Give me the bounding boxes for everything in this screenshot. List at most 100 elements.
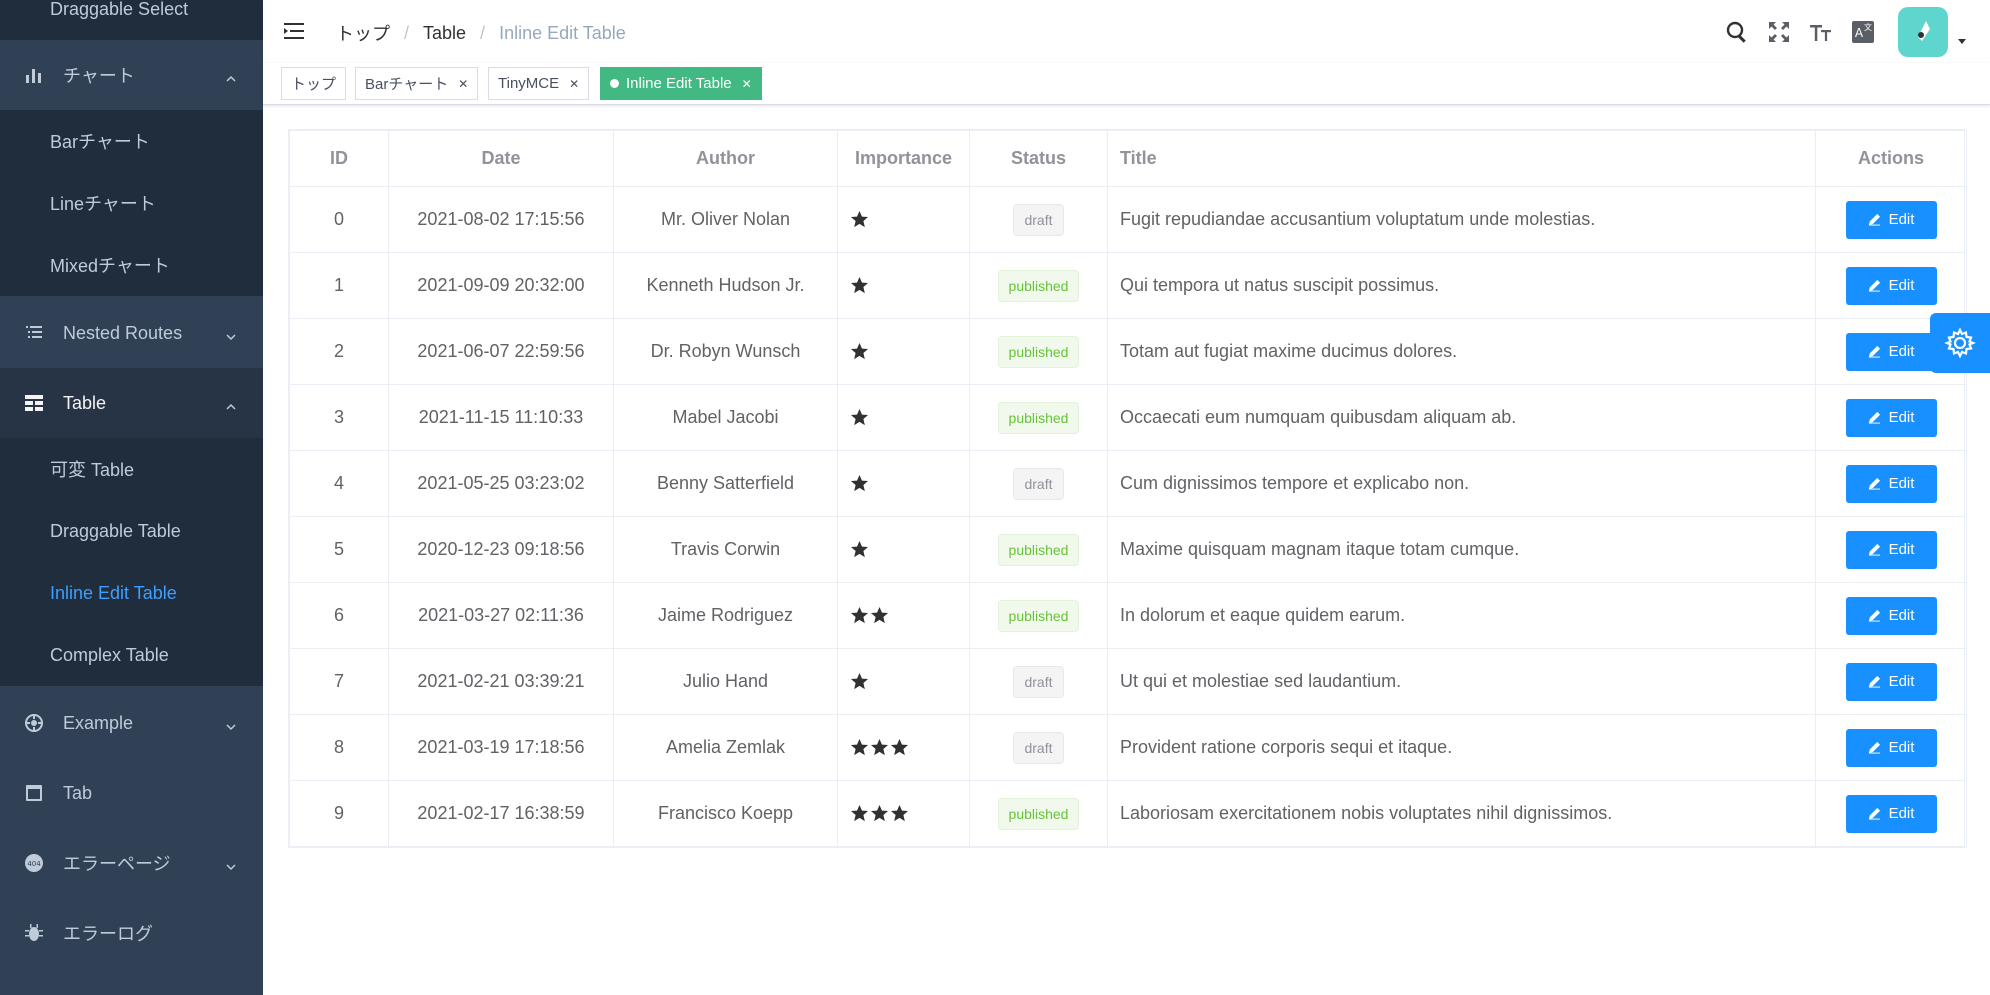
sidebar-item-table[interactable]: Table <box>0 368 263 438</box>
edit-icon <box>1868 411 1889 424</box>
star-icon <box>850 474 869 493</box>
edit-icon <box>1868 477 1889 490</box>
sidebar-item-label: Tab <box>63 782 93 803</box>
sidebar-item-error-log[interactable]: エラーログ <box>0 898 263 968</box>
edit-button[interactable]: Edit <box>1845 266 1937 305</box>
cell-actions: Edit <box>1815 648 1967 715</box>
sidebar-item-error-page[interactable]: 404 エラーページ <box>0 828 263 898</box>
avatar[interactable] <box>1898 6 1948 57</box>
close-icon[interactable]: ✕ <box>742 77 752 91</box>
chevron-down-icon <box>225 857 237 871</box>
sidebar-item-draggable-select[interactable]: Draggable Select <box>0 0 263 40</box>
edit-button[interactable]: Edit <box>1845 464 1937 503</box>
edit-icon <box>1868 741 1889 754</box>
sidebar-item-complex-table[interactable]: Complex Table <box>0 624 263 686</box>
breadcrumb-item: Inline Edit Table <box>499 22 626 43</box>
column-header-importance: Importance <box>837 130 970 187</box>
importance-stars <box>838 210 969 229</box>
edit-icon <box>1868 675 1889 688</box>
cell-actions: Edit <box>1815 252 1967 319</box>
sidebar-item-line-chart[interactable]: Lineチャート <box>0 172 263 234</box>
table-row: 0 2021-08-02 17:15:56 Mr. Oliver Nolan draf… <box>289 186 1967 253</box>
edit-button[interactable]: Edit <box>1845 200 1937 239</box>
cell-status: draft <box>969 186 1108 253</box>
edit-button[interactable]: Edit <box>1845 728 1937 767</box>
sidebar-item-label: Draggable Select <box>50 0 189 19</box>
column-header-id: ID <box>289 130 389 187</box>
hamburger-icon[interactable] <box>283 20 305 42</box>
settings-button[interactable] <box>1930 313 1990 373</box>
cell-actions: Edit <box>1815 582 1967 649</box>
breadcrumb-item[interactable]: Table <box>423 23 466 44</box>
cell-actions: Edit <box>1815 780 1967 847</box>
sidebar-item-bar-chart[interactable]: Barチャート <box>0 110 263 172</box>
status-badge: published <box>997 533 1080 566</box>
sidebar-item-nested-routes[interactable]: Nested Routes <box>0 298 263 368</box>
sidebar-item-example[interactable]: Example <box>0 688 263 758</box>
sidebar-item-more[interactable] <box>0 968 263 995</box>
sidebar-item-label: Example <box>63 712 134 733</box>
status-badge: draft <box>1013 731 1064 764</box>
close-icon[interactable]: ✕ <box>569 77 579 91</box>
star-icon <box>870 804 889 823</box>
cell-id: 9 <box>289 780 389 847</box>
edit-button[interactable]: Edit <box>1845 332 1937 371</box>
fullscreen-icon[interactable] <box>1766 19 1792 45</box>
cell-actions: Edit <box>1815 450 1967 517</box>
breadcrumb-separator: / <box>480 22 486 43</box>
chevron-down-icon <box>225 327 237 341</box>
close-icon[interactable]: ✕ <box>458 77 468 91</box>
edit-button[interactable]: Edit <box>1845 530 1937 569</box>
tag-label: TinyMCE <box>498 75 560 92</box>
edit-label: Edit <box>1888 739 1915 756</box>
column-header-author: Author <box>613 130 838 187</box>
importance-stars <box>838 474 969 493</box>
tag-top[interactable]: トップ <box>281 67 347 100</box>
sidebar-item-chart[interactable]: チャート <box>0 40 263 110</box>
edit-button[interactable]: Edit <box>1845 794 1937 833</box>
sidebar-item-tab[interactable]: Tab <box>0 758 263 828</box>
navbar: トップ / Table / Inline Edit Table A文 <box>263 0 1990 63</box>
sidebar-item-mixed-chart[interactable]: Mixedチャート <box>0 234 263 296</box>
cell-actions: Edit <box>1815 384 1967 451</box>
bug-icon <box>23 922 45 944</box>
cell-date: 2021-03-19 17:18:56 <box>388 714 614 781</box>
tag-label: Barチャート <box>365 76 449 93</box>
table-row: 5 2020-12-23 09:18:56 Travis Corwin publish… <box>289 516 1967 583</box>
tag-bar-chart[interactable]: Barチャート ✕ <box>355 67 479 100</box>
language-icon[interactable]: A文 <box>1850 19 1876 45</box>
search-icon[interactable] <box>1724 19 1750 45</box>
edit-button[interactable]: Edit <box>1845 662 1937 701</box>
breadcrumb-item[interactable]: トップ <box>336 20 390 46</box>
star-icon <box>890 804 909 823</box>
cell-importance <box>837 780 970 847</box>
chevron-up-icon <box>225 397 237 410</box>
cell-title: Occaecati eum numquam quibusdam aliquam … <box>1107 384 1816 451</box>
status-badge: draft <box>1013 203 1064 236</box>
cell-date: 2021-09-09 20:32:00 <box>388 252 614 319</box>
tag-inline-edit-table[interactable]: Inline Edit Table ✕ <box>600 67 762 100</box>
sidebar-item-inline-edit-table[interactable]: Inline Edit Table <box>0 562 263 624</box>
tag-label: トップ <box>291 76 337 93</box>
edit-label: Edit <box>1888 673 1915 690</box>
submenu-chart: Barチャート Lineチャート Mixedチャート <box>0 110 263 296</box>
importance-stars <box>838 672 969 691</box>
cell-importance <box>837 648 970 715</box>
cell-title: Maxime quisquam magnam itaque totam cumq… <box>1107 516 1816 583</box>
star-icon <box>850 672 869 691</box>
cell-date: 2021-03-27 02:11:36 <box>388 582 614 649</box>
sidebar-item-dynamic-table[interactable]: 可変 Table <box>0 438 263 500</box>
edit-icon <box>1868 345 1889 358</box>
edit-button[interactable]: Edit <box>1845 398 1937 437</box>
cell-date: 2021-02-17 16:38:59 <box>388 780 614 847</box>
caret-down-icon[interactable] <box>1956 34 1968 46</box>
cell-id: 2 <box>289 318 389 385</box>
cell-title: Laboriosam exercitationem nobis voluptat… <box>1107 780 1816 847</box>
cell-status: published <box>969 582 1108 649</box>
chevron-down-icon <box>225 717 237 731</box>
cell-importance <box>837 384 970 451</box>
font-size-icon[interactable] <box>1808 19 1834 45</box>
sidebar-item-draggable-table[interactable]: Draggable Table <box>0 500 263 562</box>
edit-button[interactable]: Edit <box>1845 596 1937 635</box>
tag-tinymce[interactable]: TinyMCE ✕ <box>488 67 590 100</box>
